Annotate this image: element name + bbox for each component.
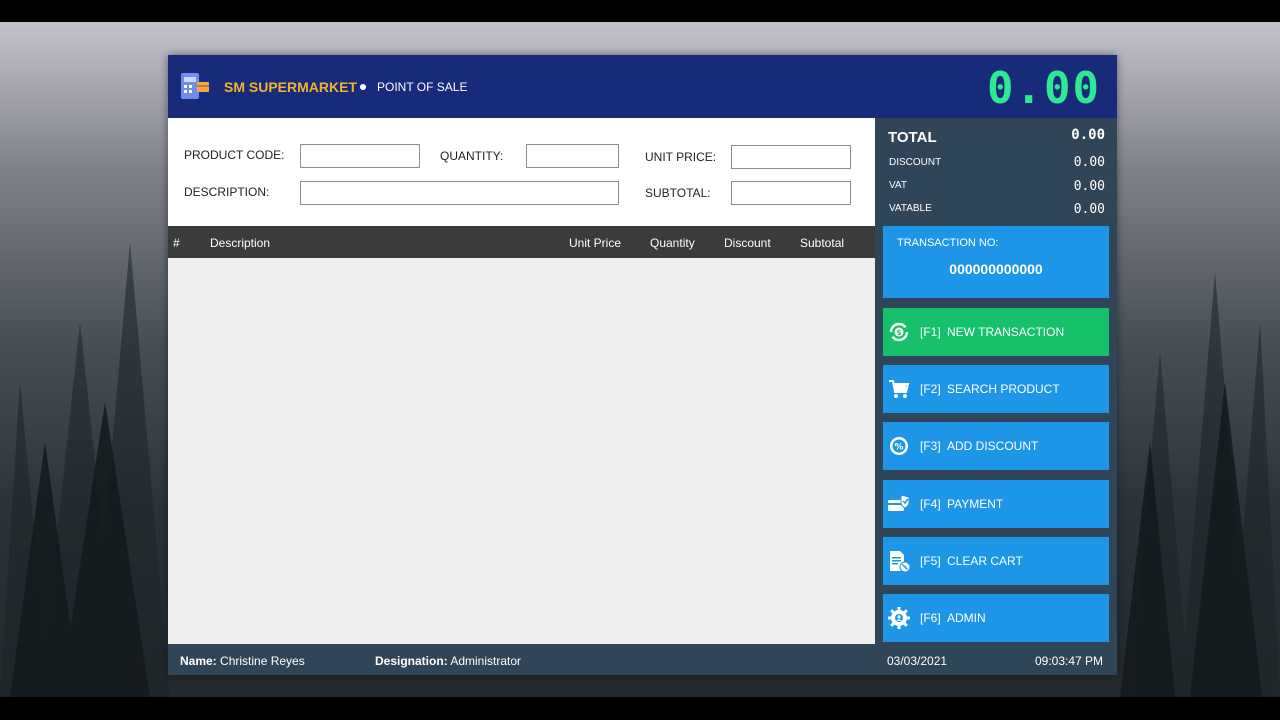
- product-code-label: PRODUCT CODE:: [184, 148, 285, 162]
- clear-cart-key: [F5]: [920, 554, 941, 568]
- grand-total-display: 0.00: [987, 63, 1101, 114]
- payment-key: [F4]: [920, 497, 941, 511]
- add-discount-label: ADD DISCOUNT: [947, 439, 1039, 453]
- quantity-label: QUANTITY:: [440, 149, 504, 163]
- total-value: 0.00: [1071, 127, 1105, 143]
- discount-gear-icon: %: [890, 437, 908, 455]
- unit-price-label: UNIT PRICE:: [645, 150, 717, 164]
- admin-gear-icon: [888, 607, 910, 629]
- discount-label: DISCOUNT: [889, 157, 942, 168]
- new-transaction-button[interactable]: $ [F1] NEW TRANSACTION: [883, 308, 1109, 356]
- subtotal-label: SUBTOTAL:: [645, 186, 711, 200]
- summary-panel: TOTAL 0.00 DISCOUNT 0.00 VAT 0.00 VATABL…: [875, 118, 1117, 644]
- column-description[interactable]: Description: [210, 236, 270, 250]
- clear-document-icon: [890, 551, 911, 573]
- new-transaction-label: NEW TRANSACTION: [947, 325, 1065, 339]
- name-value: Christine Reyes: [220, 654, 305, 668]
- clear-cart-button[interactable]: [F5] CLEAR CART: [883, 537, 1109, 585]
- subtotal-input[interactable]: [731, 181, 851, 205]
- designation-value: Administrator: [450, 654, 522, 668]
- clear-cart-label: CLEAR CART: [947, 554, 1023, 568]
- search-product-label: SEARCH PRODUCT: [947, 382, 1060, 396]
- vat-label: VAT: [889, 180, 907, 191]
- product-code-input[interactable]: [300, 144, 420, 168]
- search-product-button[interactable]: [F2] SEARCH PRODUCT: [883, 365, 1109, 413]
- add-discount-button[interactable]: % [F3] ADD DISCOUNT: [883, 422, 1109, 470]
- store-name: SM SUPERMARKET: [224, 79, 358, 95]
- pos-window: SM SUPERMARKET POINT OF SALE 0.00 PRODUC…: [168, 55, 1117, 675]
- status-bar: Name: Christine Reyes Designation: Admin…: [168, 644, 1117, 675]
- column-quantity[interactable]: Quantity: [650, 236, 695, 250]
- current-date: 03/03/2021: [887, 654, 948, 668]
- admin-button[interactable]: [F6] ADMIN: [883, 594, 1109, 642]
- transaction-box: TRANSACTION NO: 000000000000: [883, 226, 1109, 298]
- separator-dot: [360, 84, 366, 90]
- column-discount[interactable]: Discount: [724, 236, 771, 250]
- designation-label: Designation:: [375, 654, 448, 668]
- cart-icon: [889, 380, 910, 398]
- discount-value: 0.00: [1073, 155, 1105, 170]
- name-label: Name:: [180, 654, 217, 668]
- search-product-key: [F2]: [920, 382, 941, 396]
- quantity-input[interactable]: [526, 144, 619, 168]
- unit-price-input[interactable]: [731, 145, 851, 169]
- product-entry-form: PRODUCT CODE: QUANTITY: UNIT PRICE: DESC…: [168, 118, 875, 226]
- admin-label: ADMIN: [947, 611, 986, 625]
- add-discount-key: [F3]: [920, 439, 941, 453]
- description-label: DESCRIPTION:: [184, 185, 270, 199]
- description-input[interactable]: [300, 181, 619, 205]
- cart-table-body[interactable]: [168, 258, 875, 644]
- pos-terminal-icon: [181, 73, 209, 99]
- new-transaction-key: [F1]: [920, 325, 941, 339]
- payment-button[interactable]: [F4] PAYMENT: [883, 480, 1109, 528]
- admin-key: [F6]: [920, 611, 941, 625]
- column-subtotal[interactable]: Subtotal: [800, 236, 844, 250]
- payment-card-icon: [888, 494, 910, 511]
- cycle-icon: $: [889, 322, 909, 342]
- svg-text:$: $: [897, 329, 902, 337]
- vatable-label: VATABLE: [889, 203, 932, 214]
- header-bar: SM SUPERMARKET POINT OF SALE 0.00: [168, 55, 1117, 118]
- current-time: 09:03:47 PM: [1035, 654, 1104, 668]
- user-name: Name: Christine Reyes: [180, 654, 305, 668]
- app-subtitle: POINT OF SALE: [377, 80, 468, 94]
- payment-label: PAYMENT: [947, 497, 1004, 511]
- transaction-label: TRANSACTION NO:: [897, 237, 999, 249]
- vat-value: 0.00: [1073, 179, 1105, 194]
- svg-text:%: %: [894, 443, 903, 453]
- user-designation: Designation: Administrator: [375, 654, 521, 668]
- total-label: TOTAL: [888, 129, 937, 146]
- column-unit-price[interactable]: Unit Price: [569, 236, 621, 250]
- column-number[interactable]: #: [173, 236, 180, 250]
- vatable-value: 0.00: [1073, 202, 1105, 217]
- transaction-number: 000000000000: [949, 261, 1043, 277]
- cart-table-header: # Description Unit Price Quantity Discou…: [168, 226, 875, 258]
